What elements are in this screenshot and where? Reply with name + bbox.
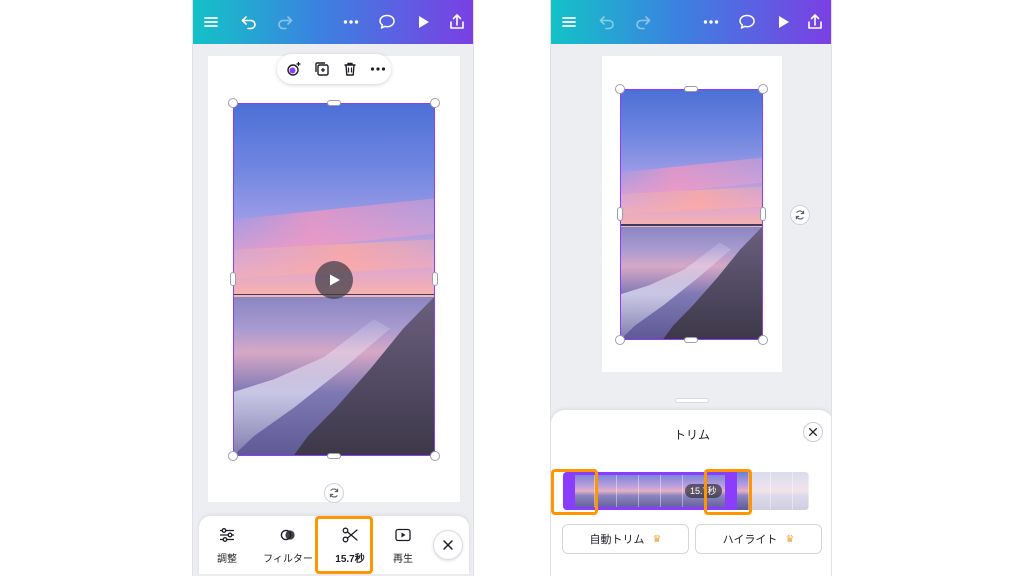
undo-icon[interactable] [237,10,261,34]
resize-handle[interactable] [430,451,440,461]
redo-icon[interactable] [631,10,655,34]
editor-screen-left: 調整 フィルター 15.7秒 再生 [192,0,474,576]
more-icon[interactable] [369,60,387,78]
resize-handle[interactable] [327,453,341,459]
timeline-frame [793,472,809,510]
resize-handle[interactable] [327,100,341,106]
resize-handle[interactable] [758,84,768,94]
sheet-grabber[interactable] [675,398,709,403]
resize-handle[interactable] [617,207,623,221]
resize-handle[interactable] [432,272,438,286]
timeline-frame [661,472,683,510]
auto-trim-label: 自動トリム [589,534,645,546]
trash-icon[interactable] [341,60,359,78]
close-edit-button[interactable] [433,530,463,560]
close-icon [809,428,817,436]
share-icon[interactable] [445,10,469,34]
video-play-button[interactable] [315,261,353,299]
resize-handle[interactable] [430,98,440,108]
comment-icon[interactable] [375,10,399,34]
playback-button[interactable]: 再生 [381,516,425,574]
play-icon[interactable] [771,10,795,34]
editor-screen-right: トリム 15.7秒 自動トリム ♛ ハイライト ♛ [550,0,832,576]
timeline-frame [771,472,793,510]
rotate-icon [329,488,339,498]
duplicate-icon[interactable] [313,60,331,78]
more-icon[interactable] [339,10,363,34]
timeline-frame [595,472,617,510]
highlight-label: ハイライト [722,534,778,546]
menu-icon[interactable] [557,10,581,34]
trim-highlight-callout [315,516,373,574]
pro-crown-icon: ♛ [785,533,795,545]
trim-start-callout [551,469,598,515]
tutorial-screenshot: 調整 フィルター 15.7秒 再生 トリム 15.7秒 自動トリム ♛ ハイライ… [0,0,1024,576]
menu-icon[interactable] [199,10,223,34]
auto-trim-button[interactable]: 自動トリム ♛ [562,524,689,554]
resize-handle[interactable] [760,207,766,221]
more-icon[interactable] [699,10,723,34]
playback-icon [395,528,411,541]
trim-timeline[interactable]: 15.7秒 [563,472,809,510]
horizon [621,224,762,226]
share-icon[interactable] [803,10,827,34]
timeline-frame [749,472,771,510]
resize-handle[interactable] [230,272,236,286]
resize-handle[interactable] [684,337,698,343]
playback-label: 再生 [393,553,413,565]
resize-handle[interactable] [228,98,238,108]
play-icon[interactable] [411,10,435,34]
filter-icon [280,529,295,540]
rotate-button[interactable] [790,205,810,225]
element-toolbar [277,54,391,84]
adjust-label: 調整 [217,553,237,565]
trim-sheet: トリム 15.7秒 自動トリム ♛ ハイライト ♛ [551,410,831,576]
redo-icon[interactable] [273,10,297,34]
highlight-button[interactable]: ハイライト ♛ [695,524,822,554]
sliders-icon [220,527,234,542]
resize-handle[interactable] [228,451,238,461]
rotate-icon [795,210,805,220]
close-trim-button[interactable] [803,422,823,442]
timeline-frame [617,472,639,510]
top-toolbar [193,0,473,44]
magic-edit-icon[interactable] [285,60,303,78]
filter-button[interactable]: フィルター [257,516,319,574]
pro-crown-icon: ♛ [652,533,662,545]
comment-icon[interactable] [735,10,759,34]
trim-end-callout [704,469,752,515]
resize-handle[interactable] [684,86,698,92]
top-toolbar [551,0,831,44]
resize-handle[interactable] [615,335,625,345]
timeline-frame [639,472,661,510]
adjust-button[interactable]: 調整 [205,516,249,574]
close-icon [443,540,453,550]
undo-icon[interactable] [595,10,619,34]
rotate-button[interactable] [324,483,344,503]
resize-handle[interactable] [615,84,625,94]
play-icon [330,274,340,286]
selected-video[interactable] [620,89,763,340]
resize-handle[interactable] [758,335,768,345]
filter-label: フィルター [263,553,313,565]
trim-sheet-title: トリム [673,428,710,442]
